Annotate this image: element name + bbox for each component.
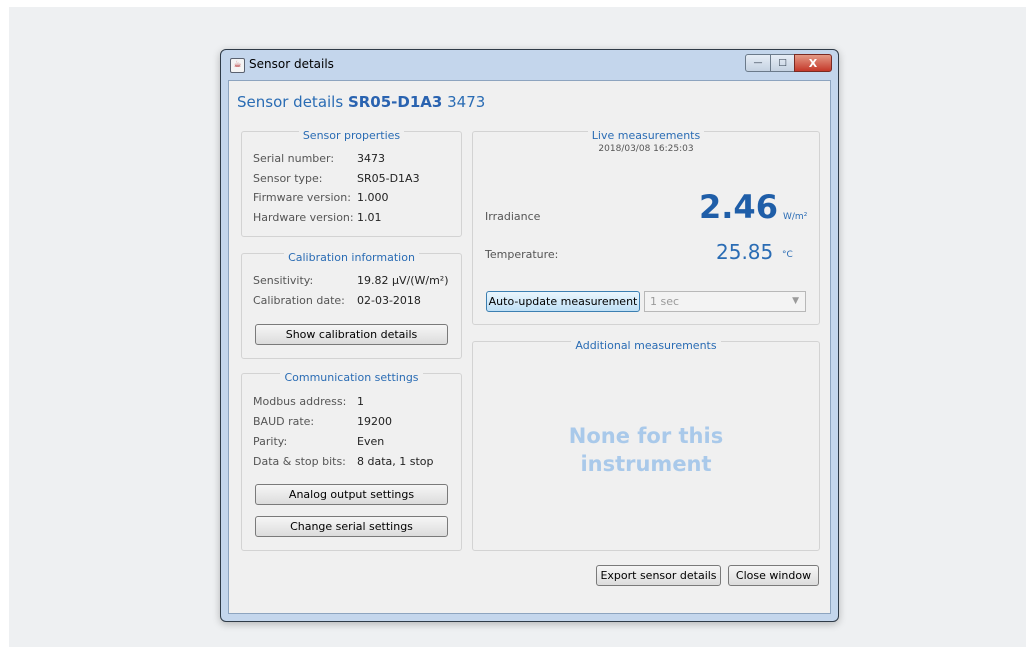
window-bottom-border xyxy=(228,612,829,618)
serial-number-value: 3473 xyxy=(357,152,385,165)
baud-rate-label: BAUD rate: xyxy=(253,415,315,428)
page-title: Sensor details SR05-D1A3 3473 xyxy=(237,93,485,111)
parity-label: Parity: xyxy=(253,435,288,448)
calibration-group: Calibration information Sensitivity: 19.… xyxy=(241,251,462,359)
serial-number-label: Serial number: xyxy=(253,152,335,165)
hardware-version-value: 1.01 xyxy=(357,211,382,224)
close-window-button[interactable]: Close window xyxy=(728,565,819,586)
sensor-type-label: Sensor type: xyxy=(253,172,323,185)
heading-model: SR05-D1A3 xyxy=(347,93,443,111)
communication-group: Communication settings Modbus address: 1… xyxy=(241,371,462,551)
modbus-address-value: 1 xyxy=(357,395,364,408)
window-title: Sensor details xyxy=(249,57,334,71)
communication-legend: Communication settings xyxy=(280,371,423,384)
parity-value: Even xyxy=(357,435,385,448)
additional-measurements-legend: Additional measurements xyxy=(571,339,721,352)
irradiance-label: Irradiance xyxy=(485,210,541,223)
calibration-legend: Calibration information xyxy=(284,251,419,264)
additional-measurements-group: Additional measurements None for this in… xyxy=(472,339,820,551)
export-sensor-details-button[interactable]: Export sensor details xyxy=(596,565,721,586)
baud-rate-value: 19200 xyxy=(357,415,392,428)
java-cup-icon: ☕ xyxy=(230,58,245,73)
modbus-address-label: Modbus address: xyxy=(253,395,347,408)
no-measurements-line2: instrument xyxy=(580,452,712,476)
sensor-details-window: ☕ Sensor details — □ X Sensor details SR… xyxy=(220,49,839,622)
data-stop-bits-label: Data & stop bits: xyxy=(253,455,346,468)
calibration-date-label: Calibration date: xyxy=(253,294,345,307)
sensitivity-label: Sensitivity: xyxy=(253,274,314,287)
maximize-button[interactable]: □ xyxy=(770,54,795,72)
window-content: Sensor details SR05-D1A3 3473 Sensor pro… xyxy=(228,80,831,614)
update-interval-value: 1 sec xyxy=(650,295,680,308)
data-stop-bits-value: 8 data, 1 stop xyxy=(357,455,434,468)
measurement-timestamp: 2018/03/08 16:25:03 xyxy=(598,144,694,154)
title-bar[interactable]: ☕ Sensor details — □ X xyxy=(221,50,838,80)
no-measurements-line1: None for this xyxy=(568,424,724,448)
temperature-value: 25.85 xyxy=(716,240,774,264)
chevron-down-icon: ▼ xyxy=(792,296,799,306)
sensitivity-value: 19.82 µV/(W/m²) xyxy=(357,274,449,287)
sensor-properties-group: Sensor properties Serial number: 3473 Se… xyxy=(241,129,462,237)
calibration-date-value: 02-03-2018 xyxy=(357,294,421,307)
irradiance-value: 2.46 xyxy=(699,188,778,226)
live-measurements-group: Live measurements 2018/03/08 16:25:03 Ir… xyxy=(472,129,820,325)
no-measurements-message: None for this instrument xyxy=(473,422,819,478)
analog-output-settings-button[interactable]: Analog output settings xyxy=(255,484,448,505)
firmware-version-label: Firmware version: xyxy=(253,191,351,204)
show-calibration-details-button[interactable]: Show calibration details xyxy=(255,324,448,345)
irradiance-unit: W/m² xyxy=(783,212,808,222)
temperature-unit: °C xyxy=(782,250,793,260)
hardware-version-label: Hardware version: xyxy=(253,211,354,224)
sensor-type-value: SR05-D1A3 xyxy=(357,172,420,185)
close-window-x-button[interactable]: X xyxy=(794,54,832,72)
auto-update-measurement-button[interactable]: Auto-update measurement xyxy=(486,291,640,312)
update-interval-select[interactable]: 1 sec ▼ xyxy=(644,291,806,312)
sensor-properties-legend: Sensor properties xyxy=(298,129,405,142)
minimize-button[interactable]: — xyxy=(745,54,771,72)
change-serial-settings-button[interactable]: Change serial settings xyxy=(255,516,448,537)
heading-serial: 3473 xyxy=(447,93,486,111)
live-measurements-legend: Live measurements xyxy=(587,129,705,142)
heading-prefix: Sensor details xyxy=(237,93,344,111)
firmware-version-value: 1.000 xyxy=(357,191,389,204)
temperature-label: Temperature: xyxy=(485,248,559,261)
